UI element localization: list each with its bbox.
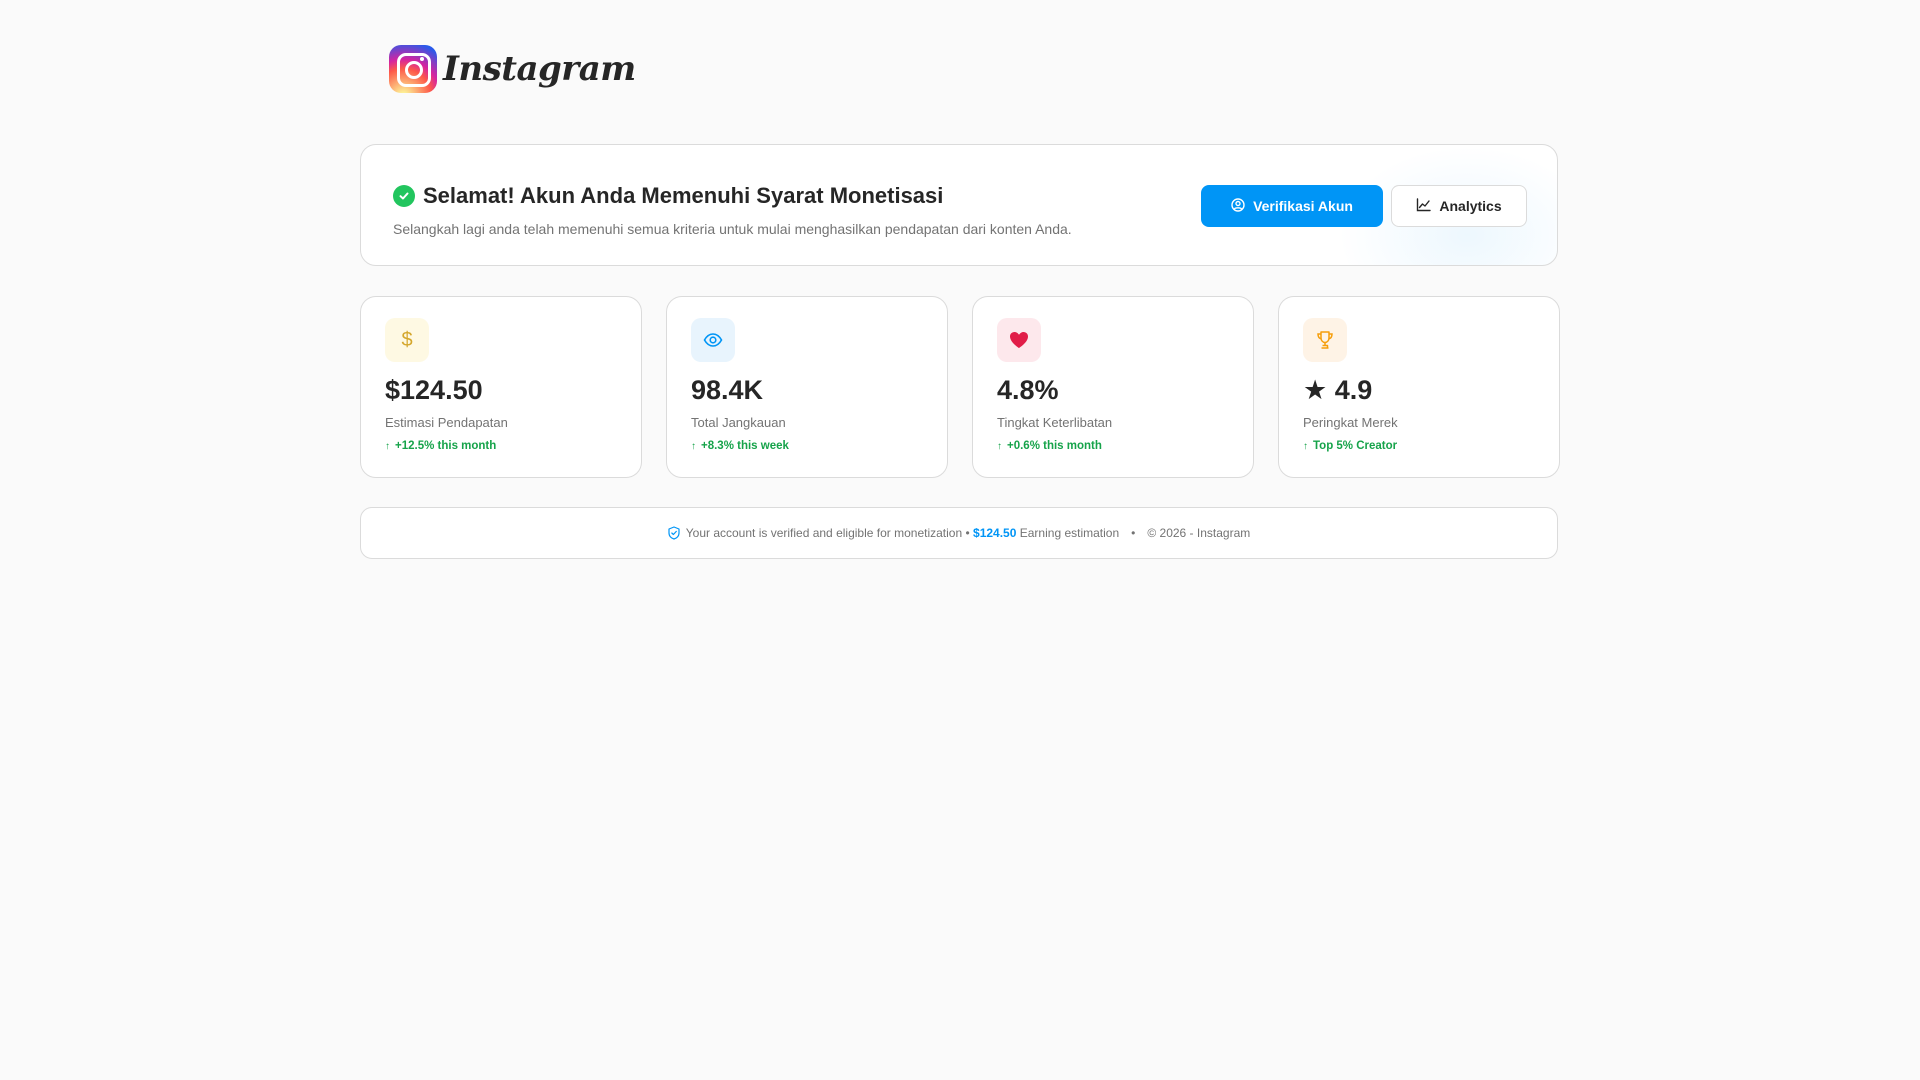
instagram-logo[interactable]: Instagram	[389, 45, 636, 93]
dollar-icon: $	[385, 318, 429, 362]
arrow-up-icon: ↑	[1303, 440, 1308, 452]
footer-amount-label: Earning estimation	[1019, 526, 1120, 540]
stat-label: Total Jangkauan	[691, 415, 786, 430]
banner-title: Selamat! Akun Anda Memenuhi Syarat Monet…	[423, 183, 944, 208]
stat-trend-text: Top 5% Creator	[1313, 440, 1398, 452]
stat-trend: ↑ Top 5% Creator	[1303, 440, 1397, 452]
stat-value: 98.4K	[691, 375, 764, 405]
footer-separator: •	[1131, 526, 1136, 540]
trophy-icon	[1303, 318, 1347, 362]
instagram-icon	[389, 45, 437, 93]
stat-card-brand-rating: ★ 4.9 Peringkat Merek ↑ Top 5% Creator	[1278, 296, 1560, 478]
stat-card-reach: 98.4K Total Jangkauan ↑ +8.3% this week	[666, 296, 948, 478]
stat-card-earnings: $ $124.50 Estimasi Pendapatan ↑ +12.5% t…	[360, 296, 642, 478]
stat-trend-text: +12.5% this month	[395, 440, 497, 452]
stat-label: Estimasi Pendapatan	[385, 415, 508, 430]
stat-trend-text: +8.3% this week	[701, 440, 789, 452]
verify-account-button[interactable]: Verifikasi Akun	[1201, 185, 1383, 227]
stat-label: Tingkat Keterlibatan	[997, 415, 1113, 430]
stat-trend-text: +0.6% this month	[1007, 440, 1102, 452]
page: Instagram Selamat! Akun Anda Memenuhi Sy…	[0, 0, 1920, 1080]
verify-account-label: Verifikasi Akun	[1253, 198, 1353, 214]
stat-label: Peringkat Merek	[1303, 415, 1398, 430]
arrow-up-icon: ↑	[997, 440, 1002, 452]
heart-icon	[997, 318, 1041, 362]
stat-value: ★ 4.9	[1303, 375, 1373, 405]
stat-card-engagement: 4.8% Tingkat Keterlibatan ↑ +0.6% this m…	[972, 296, 1254, 478]
stat-trend: ↑ +12.5% this month	[385, 440, 496, 452]
stat-value: 4.8%	[997, 375, 1059, 405]
footer-amount: $124.50	[973, 526, 1017, 540]
line-chart-icon	[1416, 197, 1432, 215]
arrow-up-icon: ↑	[385, 440, 390, 452]
banner-title-row: Selamat! Akun Anda Memenuhi Syarat Monet…	[393, 183, 943, 209]
shield-check-icon	[668, 526, 680, 540]
banner-subtitle: Selangkah lagi anda telah memenuhi semua…	[393, 221, 1072, 237]
verification-footer: Your account is verified and eligible fo…	[360, 507, 1558, 559]
eligibility-banner: Selamat! Akun Anda Memenuhi Syarat Monet…	[360, 144, 1558, 266]
analytics-button[interactable]: Analytics	[1391, 185, 1527, 227]
eye-icon	[691, 318, 735, 362]
arrow-up-icon: ↑	[691, 440, 696, 452]
stat-trend: ↑ +0.6% this month	[997, 440, 1102, 452]
check-circle-icon	[393, 185, 415, 207]
stat-trend: ↑ +8.3% this week	[691, 440, 789, 452]
logo-wordmark: Instagram	[443, 49, 636, 89]
analytics-label: Analytics	[1439, 198, 1502, 214]
stat-value: $124.50	[385, 375, 483, 405]
copyright-text: © 2026 - Instagram	[1147, 526, 1251, 540]
verified-text: Your account is verified and eligible fo…	[685, 526, 970, 540]
user-circle-icon	[1231, 197, 1245, 215]
